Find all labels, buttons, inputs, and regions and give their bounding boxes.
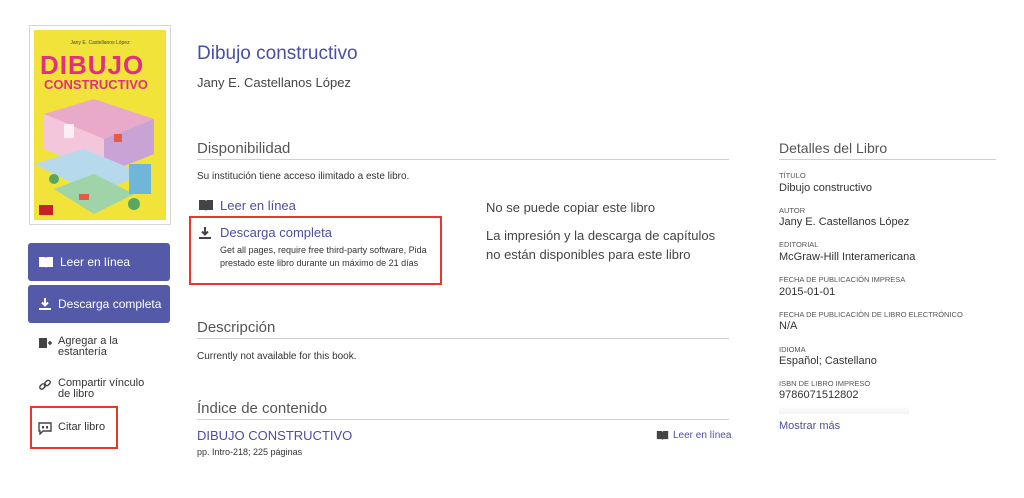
toc-heading: Índice de contenido (197, 400, 328, 417)
description-heading: Descripción (197, 319, 276, 336)
link-icon (38, 378, 54, 400)
book-icon (199, 200, 213, 211)
cover-illustration (34, 94, 166, 220)
detail-value-print-date: 2015-01-01 (779, 286, 836, 298)
show-more-link[interactable]: Mostrar más (779, 420, 840, 432)
access-text: Su institución tiene acceso ilimitado a … (197, 171, 410, 182)
read-online-text: Leer en línea (220, 198, 296, 213)
book-title: Dibujo constructivo (197, 43, 358, 64)
share-link[interactable]: Compartir vínculo de libro (38, 378, 158, 400)
book-icon (656, 431, 669, 440)
detail-value-publisher: McGraw-Hill Interamericana (779, 251, 916, 263)
download-icon (39, 298, 51, 310)
divider (197, 159, 729, 160)
highlight-box-download (189, 216, 442, 285)
description-text: Currently not available for this book. (197, 351, 357, 362)
read-online-label: Leer en línea (60, 255, 131, 269)
detail-label-language: IDIOMA (779, 345, 806, 354)
detail-value-ebook-date: N/A (779, 320, 798, 332)
toc-chapter-title[interactable]: DIBUJO CONSTRUCTIVO (197, 428, 352, 443)
download-full-label: Descarga completa (58, 297, 162, 311)
detail-value-title: Dibujo constructivo (779, 182, 872, 194)
availability-heading: Disponibilidad (197, 140, 291, 157)
cover-author: Jany E. Castellanos López (70, 40, 130, 46)
detail-label-isbn: ISBN DE LIBRO IMPRESO (779, 379, 871, 388)
book-cover: Jany E. Castellanos López DIBUJO CONSTRU… (29, 25, 171, 225)
detail-value-author: Jany E. Castellanos López (779, 216, 910, 228)
toc-read-online-text: Leer en línea (673, 430, 732, 441)
fade-overlay (779, 406, 909, 414)
cover-title-line2: CONSTRUCTIVO (44, 77, 148, 92)
toc-chapter-pages: pp. Intro-218; 225 páginas (197, 447, 303, 457)
publisher-logo (39, 205, 53, 215)
print-restriction-line2: no están disponibles para este libro (486, 247, 691, 262)
detail-label-ebook-date: FECHA DE PUBLICACIÓN DE LIBRO ELECTRÓNIC… (779, 310, 963, 319)
download-full-button[interactable]: Descarga completa (28, 285, 170, 323)
add-shelf-icon (38, 336, 54, 358)
detail-label-title: TÍTULO (779, 171, 806, 180)
divider (779, 159, 996, 160)
read-online-button[interactable]: Leer en línea (28, 243, 170, 281)
share-link-label: Compartir vínculo de libro (58, 377, 145, 400)
add-to-shelf-link[interactable]: Agregar a la estantería (38, 336, 148, 358)
add-shelf-label: Agregar a la estantería (58, 335, 118, 358)
detail-label-publisher: EDITORIAL (779, 240, 819, 249)
divider (197, 338, 729, 339)
details-heading: Detalles del Libro (779, 140, 888, 156)
no-copy-text: No se puede copiar este libro (486, 200, 656, 215)
detail-value-isbn: 9786071512802 (779, 389, 859, 401)
detail-value-language: Español; Castellano (779, 355, 877, 367)
divider (197, 419, 729, 420)
detail-label-author: AUTOR (779, 206, 806, 215)
book-icon (39, 256, 53, 268)
toc-read-online-link[interactable]: Leer en línea (656, 430, 731, 441)
read-online-link[interactable]: Leer en línea (198, 198, 296, 213)
detail-label-print-date: FECHA DE PUBLICACIÓN IMPRESA (779, 275, 906, 284)
book-author: Jany E. Castellanos López (197, 75, 351, 90)
highlight-box-cite (30, 406, 118, 449)
print-restriction-line1: La impresión y la descarga de capítulos (486, 228, 716, 243)
